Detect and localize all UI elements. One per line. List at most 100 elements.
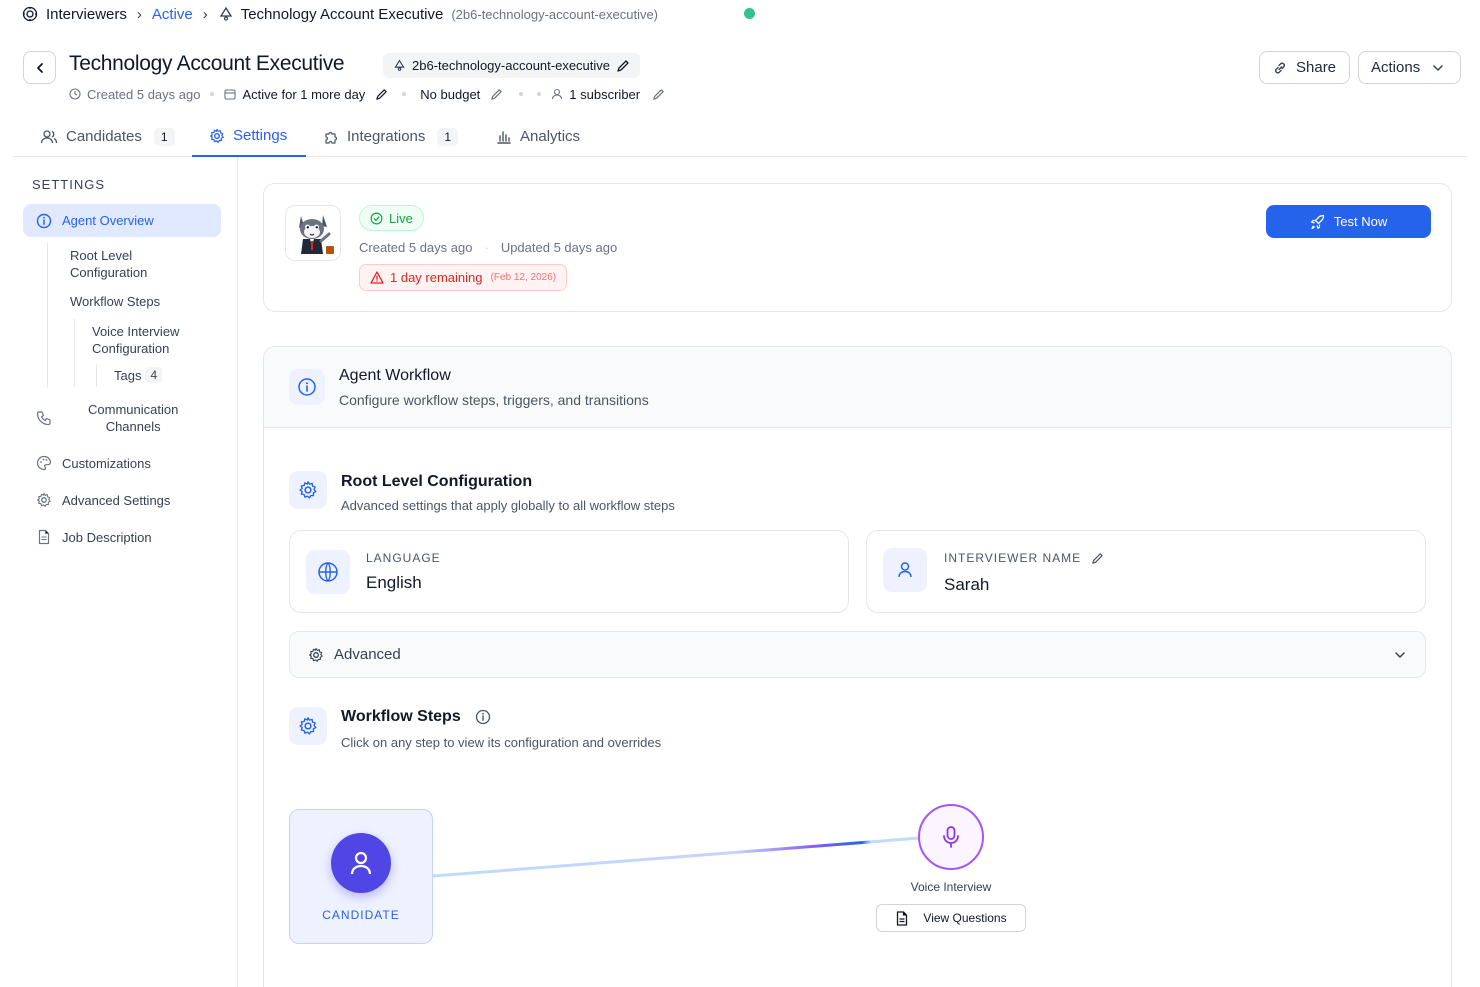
subscriber-text: 1 subscriber <box>569 86 641 102</box>
language-value: English <box>366 573 422 592</box>
gear-icon <box>299 481 317 499</box>
sidebar-item-tags[interactable]: Tags 4 <box>114 367 163 383</box>
sidebar-item-label: Customizations <box>62 455 151 471</box>
workflow-connector <box>432 836 921 878</box>
gear-icon <box>309 647 323 662</box>
pencil-icon[interactable] <box>490 88 503 101</box>
agent-avatar <box>285 205 341 261</box>
live-label: Live <box>389 210 413 226</box>
separator-dot <box>402 92 407 96</box>
created-text: Created 5 days ago <box>87 86 201 102</box>
tab-settings-label: Settings <box>233 127 288 144</box>
workflow-steps-title: Workflow Steps <box>341 708 461 725</box>
view-questions-button[interactable]: View Questions <box>876 904 1026 932</box>
language-card[interactable] <box>289 530 849 613</box>
tab-candidates-label: Candidates <box>66 128 142 145</box>
tab-integrations-label: Integrations <box>347 128 426 145</box>
sidebar-item-voice-config[interactable]: Voice Interview Configuration <box>92 323 179 357</box>
actions-button[interactable]: Actions <box>1358 51 1461 84</box>
tab-analytics-label: Analytics <box>520 128 581 145</box>
share-label: Share <box>1296 59 1337 76</box>
sidebar-item-label: Channels <box>105 419 161 434</box>
subscriber-icon <box>552 88 563 100</box>
sidebar-item-workflow-steps[interactable]: Workflow Steps <box>70 294 160 309</box>
workflow-subtitle: Configure workflow steps, triggers, and … <box>339 392 649 408</box>
gear-icon <box>37 492 51 507</box>
test-now-label: Test Now <box>1333 214 1388 229</box>
info-icon <box>298 378 316 396</box>
sidebar-item-label: Root Level <box>70 248 133 263</box>
tab-candidates[interactable]: Candidates 1 <box>38 116 177 157</box>
actions-label: Actions <box>1371 59 1421 76</box>
pencil-icon[interactable] <box>616 59 630 73</box>
agent-icon <box>394 59 405 71</box>
tree-line <box>96 364 97 387</box>
pencil-icon[interactable] <box>375 88 388 101</box>
sidebar-item-label: Tags <box>114 367 142 383</box>
live-status-badge: Live <box>359 205 424 231</box>
slug-chip: 2b6-technology-account-executive <box>383 53 641 78</box>
chevron-right-icon: › <box>136 5 142 23</box>
sidebar-title: SETTINGS <box>32 177 106 192</box>
test-now-button[interactable]: Test Now <box>1266 205 1431 238</box>
tab-bar: Candidates 1 Settings Integrations 1 Ana… <box>12 116 1468 157</box>
interviewer-name-card[interactable] <box>866 530 1426 613</box>
tree-line <box>74 319 75 387</box>
breadcrumb-current: Technology Account Executive <box>240 5 444 23</box>
phone-icon <box>36 411 51 426</box>
remaining-date: (Feb 12, 2026) <box>490 272 557 283</box>
sidebar-item-advanced-settings[interactable]: Advanced Settings <box>36 492 170 508</box>
share-button[interactable]: Share <box>1259 51 1350 84</box>
budget-text: No budget <box>420 86 481 102</box>
slug-text: 2b6-technology-account-executive <box>412 58 611 73</box>
sidebar-item-customizations[interactable]: Customizations <box>36 455 151 471</box>
sidebar-item-agent-overview[interactable]: Agent Overview <box>23 204 221 237</box>
settings-sidebar: SETTINGS Agent Overview Root Level Confi… <box>0 157 238 987</box>
sidebar-item-label: Job Description <box>62 529 152 545</box>
breadcrumb: Interviewers › Active › Technology Accou… <box>22 4 658 24</box>
language-icon-box <box>306 550 350 594</box>
remaining-warning-badge: 1 day remaining (Feb 12, 2026) <box>359 264 568 291</box>
gear-icon <box>210 128 224 143</box>
workflow-card-header <box>264 347 1451 428</box>
microphone-icon <box>943 826 959 848</box>
tab-integrations[interactable]: Integrations 1 <box>323 116 459 157</box>
language-label: LANGUAGE <box>366 551 441 565</box>
interviewer-label: INTERVIEWER NAME <box>944 551 1082 565</box>
pencil-icon[interactable] <box>1091 552 1104 565</box>
sidebar-item-label: Workflow Steps <box>70 294 161 309</box>
advanced-label: Advanced <box>334 646 401 663</box>
separator-dot <box>519 92 524 96</box>
breadcrumb-slug: (2b6-technology-account-executive) <box>451 6 659 22</box>
agent-created: Created 5 days ago <box>359 240 473 255</box>
interviewer-icon-box <box>883 548 927 592</box>
users-icon <box>40 129 58 143</box>
interviewer-label-row: INTERVIEWER NAME <box>944 551 1104 565</box>
voice-interview-node[interactable] <box>918 804 984 870</box>
status-dot <box>744 8 755 19</box>
pencil-icon[interactable] <box>652 88 665 101</box>
sidebar-item-job-description[interactable]: Job Description <box>36 529 152 545</box>
sidebar-item-label: Configuration <box>70 265 148 280</box>
sidebar-item-root-level[interactable]: Root Level Configuration <box>70 247 147 281</box>
document-icon <box>38 529 50 545</box>
candidate-label: CANDIDATE <box>322 908 400 922</box>
tab-analytics[interactable]: Analytics <box>496 116 580 157</box>
sidebar-item-label: Advanced Settings <box>62 492 171 508</box>
workflow-steps-icon-box <box>289 707 327 745</box>
chevron-left-icon <box>36 62 43 73</box>
info-icon[interactable] <box>475 709 491 725</box>
tab-settings[interactable]: Settings <box>192 116 306 157</box>
breadcrumb-active[interactable]: Active <box>152 6 193 23</box>
back-button[interactable] <box>23 51 56 84</box>
calendar-icon <box>224 89 237 100</box>
advanced-collapsible[interactable]: Advanced <box>289 631 1426 678</box>
breadcrumb-interviewers[interactable]: Interviewers <box>46 6 127 23</box>
sidebar-item-label: Voice Interview <box>92 324 180 339</box>
page-title: Technology Account Executive <box>69 52 345 75</box>
sidebar-item-label: Configuration <box>92 341 170 356</box>
document-icon <box>897 910 908 926</box>
gear-icon <box>299 717 317 735</box>
sidebar-item-communication[interactable]: Communication Channels <box>36 401 178 435</box>
tab-integrations-count: 1 <box>437 127 459 146</box>
